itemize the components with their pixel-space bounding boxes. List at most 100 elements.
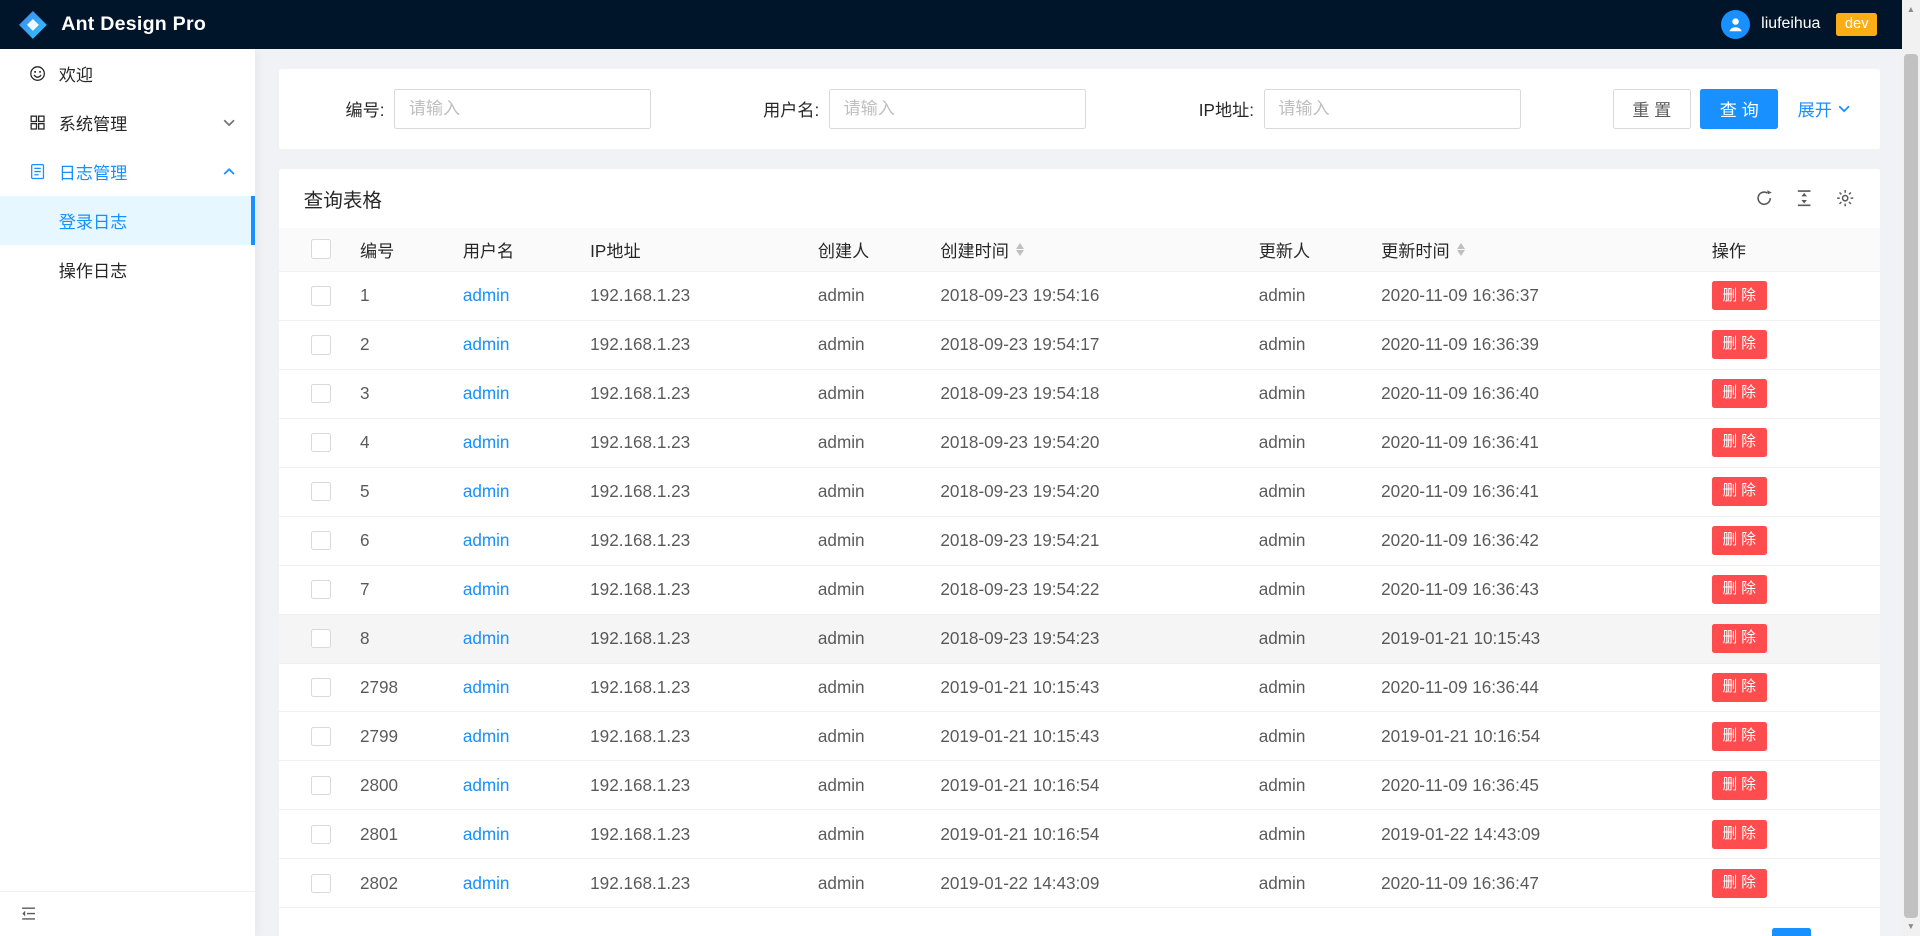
table-row[interactable]: 3 admin 192.168.1.23 admin 2018-09-23 19… [279, 370, 1879, 419]
row-checkbox[interactable] [311, 384, 331, 404]
settings-icon[interactable] [1836, 189, 1856, 209]
username-input[interactable] [829, 89, 1086, 128]
delete-button[interactable]: 删 除 [1712, 477, 1767, 506]
row-checkbox[interactable] [311, 482, 331, 502]
column-header-updater[interactable]: 更新人 [1239, 237, 1361, 262]
row-checkbox[interactable] [311, 629, 331, 649]
cell-username-link[interactable]: admin [463, 383, 510, 404]
query-button[interactable]: 查 询 [1700, 89, 1778, 128]
delete-button[interactable]: 删 除 [1712, 869, 1767, 898]
table-row[interactable]: 8 admin 192.168.1.23 admin 2018-09-23 19… [279, 615, 1879, 664]
reload-icon[interactable] [1755, 189, 1775, 209]
delete-button[interactable]: 删 除 [1712, 575, 1767, 604]
column-header-created-time[interactable]: 创建时间 [921, 237, 1239, 262]
cell-ip: 192.168.1.23 [571, 334, 799, 355]
table-row[interactable]: 4 admin 192.168.1.23 admin 2018-09-23 19… [279, 419, 1879, 468]
cell-username-link[interactable]: admin [463, 628, 510, 649]
column-height-icon[interactable] [1795, 189, 1815, 209]
row-checkbox[interactable] [311, 825, 331, 845]
table-row[interactable]: 2802 admin 192.168.1.23 admin 2019-01-22… [279, 859, 1879, 908]
scrollbar-thumb[interactable] [1904, 54, 1917, 918]
select-all-checkbox[interactable] [311, 239, 331, 259]
id-input[interactable] [394, 89, 651, 128]
delete-button[interactable]: 删 除 [1712, 526, 1767, 555]
pagination: ‹ 1 › [279, 908, 1879, 935]
sidebar-item-operation-log[interactable]: 操作日志 [0, 245, 255, 294]
cell-username-link[interactable]: admin [463, 824, 510, 845]
cell-updated-time: 2019-01-21 10:15:43 [1362, 628, 1693, 649]
cell-username-link[interactable]: admin [463, 432, 510, 453]
row-checkbox[interactable] [311, 874, 331, 894]
sort-carets-icon[interactable] [1457, 243, 1465, 256]
pagination-page-1[interactable]: 1 [1772, 928, 1811, 936]
logo-area[interactable]: Ant Design Pro [17, 9, 206, 41]
scrollbar-down-arrow-icon[interactable]: ▼ [1902, 917, 1920, 935]
delete-button[interactable]: 删 除 [1712, 281, 1767, 310]
scrollbar-up-arrow-icon[interactable]: ▲ [1902, 0, 1920, 18]
column-header-creator[interactable]: 创建人 [798, 237, 920, 262]
table-row[interactable]: 1 admin 192.168.1.23 admin 2018-09-23 19… [279, 272, 1879, 321]
sidebar-item-system-management[interactable]: 系统管理 [0, 98, 255, 147]
cell-creator: admin [798, 677, 920, 698]
form-item-username: 用户名: [743, 89, 1178, 128]
menu-fold-icon[interactable] [20, 905, 37, 922]
column-header-id[interactable]: 编号 [340, 237, 443, 262]
delete-button[interactable]: 删 除 [1712, 330, 1767, 359]
cell-username-link[interactable]: admin [463, 726, 510, 747]
table-row[interactable]: 2800 admin 192.168.1.23 admin 2019-01-21… [279, 761, 1879, 810]
row-checkbox[interactable] [311, 433, 331, 453]
cell-id: 6 [340, 530, 443, 551]
delete-button[interactable]: 删 除 [1712, 428, 1767, 457]
row-checkbox[interactable] [311, 727, 331, 747]
pagination-next-button[interactable]: › [1821, 928, 1860, 936]
appstore-icon [29, 114, 46, 131]
table-row[interactable]: 2801 admin 192.168.1.23 admin 2019-01-21… [279, 810, 1879, 859]
app-window: Ant Design Pro liufeihua dev [0, 0, 1920, 936]
delete-button[interactable]: 删 除 [1712, 722, 1767, 751]
sidebar-item-log-management[interactable]: 日志管理 [0, 147, 255, 196]
row-checkbox[interactable] [311, 678, 331, 698]
table-row[interactable]: 7 admin 192.168.1.23 admin 2018-09-23 19… [279, 566, 1879, 615]
cell-username-link[interactable]: admin [463, 677, 510, 698]
sidebar-item-login-log[interactable]: 登录日志 [0, 196, 255, 245]
user-avatar[interactable] [1721, 10, 1750, 39]
delete-button[interactable]: 删 除 [1712, 379, 1767, 408]
table-row[interactable]: 2798 admin 192.168.1.23 admin 2019-01-21… [279, 664, 1879, 713]
table-row[interactable]: 5 admin 192.168.1.23 admin 2018-09-23 19… [279, 468, 1879, 517]
table-row[interactable]: 2 admin 192.168.1.23 admin 2018-09-23 19… [279, 321, 1879, 370]
cell-username-link[interactable]: admin [463, 873, 510, 894]
cell-ip: 192.168.1.23 [571, 726, 799, 747]
table-row[interactable]: 6 admin 192.168.1.23 admin 2018-09-23 19… [279, 517, 1879, 566]
delete-button[interactable]: 删 除 [1712, 771, 1767, 800]
expand-toggle[interactable]: 展开 [1798, 96, 1851, 121]
row-checkbox[interactable] [311, 776, 331, 796]
cell-username-link[interactable]: admin [463, 285, 510, 306]
row-checkbox[interactable] [311, 286, 331, 306]
delete-button[interactable]: 删 除 [1712, 820, 1767, 849]
cell-username-link[interactable]: admin [463, 334, 510, 355]
vertical-scrollbar[interactable]: ▲ ▼ [1902, 0, 1920, 936]
user-area[interactable]: liufeihua dev [1721, 10, 1877, 39]
cell-username-link[interactable]: admin [463, 481, 510, 502]
row-checkbox[interactable] [311, 580, 331, 600]
table-row[interactable]: 2799 admin 192.168.1.23 admin 2019-01-21… [279, 712, 1879, 761]
sidebar-item-welcome[interactable]: 欢迎 [0, 49, 255, 98]
ip-input[interactable] [1264, 89, 1521, 128]
reset-button[interactable]: 重 置 [1613, 89, 1691, 128]
cell-updated-time: 2020-11-09 16:36:43 [1362, 579, 1693, 600]
delete-button[interactable]: 删 除 [1712, 673, 1767, 702]
sort-carets-icon[interactable] [1016, 243, 1024, 256]
cell-username-link[interactable]: admin [463, 579, 510, 600]
delete-button[interactable]: 删 除 [1712, 624, 1767, 653]
cell-username-link[interactable]: admin [463, 530, 510, 551]
ip-field-label: IP地址: [1178, 96, 1264, 121]
column-header-ip[interactable]: IP地址 [571, 237, 799, 262]
pagination-prev-button[interactable]: ‹ [1723, 928, 1762, 936]
column-header-username[interactable]: 用户名 [443, 237, 570, 262]
column-header-updated-time[interactable]: 更新时间 [1362, 237, 1693, 262]
row-checkbox[interactable] [311, 531, 331, 551]
row-checkbox[interactable] [311, 335, 331, 355]
cell-updated-time: 2020-11-09 16:36:41 [1362, 481, 1693, 502]
cell-created-time: 2018-09-23 19:54:16 [921, 285, 1239, 306]
cell-username-link[interactable]: admin [463, 775, 510, 796]
